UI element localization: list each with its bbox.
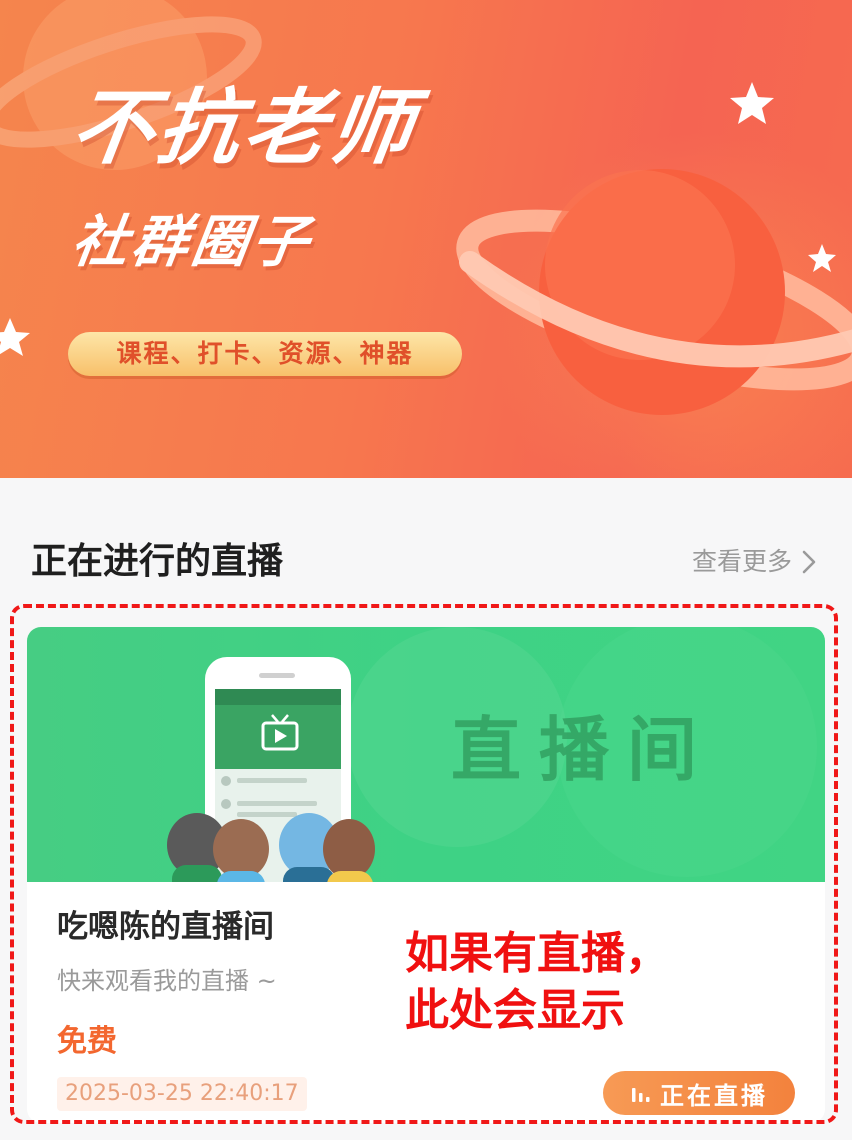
live-start-time: 2025-03-25 22:40:17 <box>57 1077 307 1111</box>
annotation-line-1: 如果有直播， <box>405 928 669 979</box>
view-more-label: 查看更多 <box>691 547 792 576</box>
live-now-label: 正在直播 <box>660 1081 768 1110</box>
banner-tags-pill: 课程、打卡、资源、神器 <box>68 332 462 376</box>
chevron-right-icon <box>802 550 816 574</box>
community-banner[interactable]: 不抗老师 社群圈子 课程、打卡、资源、神器 <box>0 0 852 478</box>
star-icon <box>808 244 836 272</box>
banner-subtitle: 社群圈子 <box>67 210 317 275</box>
live-room-description: 快来观看我的直播 ~ <box>57 967 277 995</box>
live-now-button[interactable]: 正在直播 <box>603 1071 795 1115</box>
star-icon <box>0 318 30 356</box>
annotation-line-2: 此处会显示 <box>405 985 625 1036</box>
cover-text: 直播间 <box>451 709 715 791</box>
banner-title: 不抗老师 <box>65 81 423 176</box>
signal-bars-icon <box>632 1088 650 1102</box>
live-room-name: 吃嗯陈的直播间 <box>57 909 274 945</box>
large-planet-icon <box>456 169 852 415</box>
live-cover-image: 直播间 <box>27 627 825 882</box>
live-room-card[interactable]: 直播间 吃嗯陈的直播间 快来观看我的直播 ~ 免费 2025-03-25 22:… <box>27 627 825 1123</box>
section-title: 正在进行的直播 <box>31 541 284 582</box>
live-price: 免费 <box>57 1024 117 1059</box>
star-icon <box>730 82 774 124</box>
annotation-text: 如果有直播， 此处会显示 <box>405 925 669 1039</box>
view-more-link[interactable]: 查看更多 <box>692 545 816 579</box>
